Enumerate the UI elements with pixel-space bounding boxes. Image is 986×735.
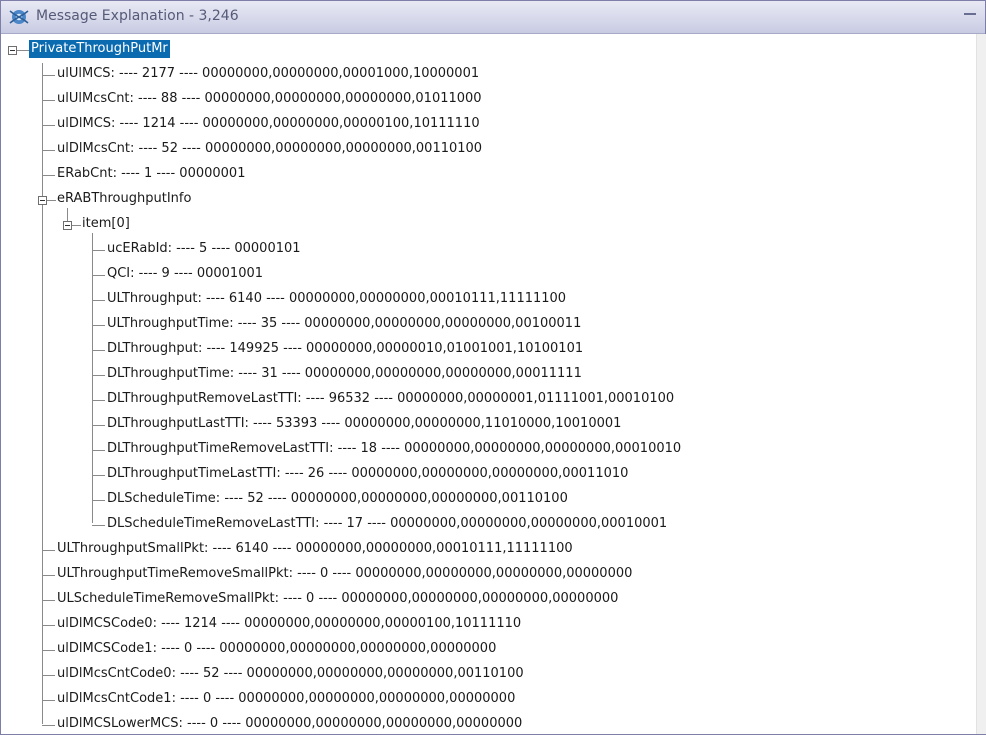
- item-field-label[interactable]: ULThroughput: ---- 6140 ---- 00000000,00…: [107, 290, 566, 308]
- tree-field-label[interactable]: ERabCnt: ---- 1 ---- 00000001: [57, 165, 245, 183]
- item-field-label[interactable]: DLScheduleTime: ---- 52 ---- 00000000,00…: [107, 490, 568, 508]
- root-node-label[interactable]: PrivateThroughPutMr: [29, 40, 170, 58]
- app-icon: [9, 10, 29, 24]
- tree-field-label[interactable]: ulDlMCSLowerMCS: ---- 0 ---- 00000000,00…: [57, 715, 522, 733]
- collapse-toggle-icon[interactable]: [38, 196, 47, 205]
- message-tree[interactable]: PrivateThroughPutMr ulUlMCS: ---- 2177 -…: [2, 34, 972, 734]
- item-field-label[interactable]: ULThroughputTime: ---- 35 ---- 00000000,…: [107, 315, 581, 333]
- tree-field-label[interactable]: ulDlMCSCode1: ---- 0 ---- 00000000,00000…: [57, 640, 496, 658]
- item-field-label[interactable]: DLThroughputTimeLastTTI: ---- 26 ---- 00…: [107, 465, 628, 483]
- node-label-erab-throughput-info[interactable]: eRABThroughputInfo: [57, 190, 191, 208]
- item-field-label[interactable]: QCI: ---- 9 ---- 00001001: [107, 265, 263, 283]
- item-field-label[interactable]: DLThroughputLastTTI: ---- 53393 ---- 000…: [107, 415, 621, 433]
- tree-field-label[interactable]: ulDlMCSCode0: ---- 1214 ---- 00000000,00…: [57, 615, 521, 633]
- tree-field-label[interactable]: ULThroughputTimeRemoveSmallPkt: ---- 0 -…: [57, 565, 632, 583]
- vertical-scrollbar[interactable]: [976, 34, 986, 734]
- item-field-label[interactable]: DLThroughputTime: ---- 31 ---- 00000000,…: [107, 365, 582, 383]
- tree-field-label[interactable]: ulUlMCS: ---- 2177 ---- 00000000,0000000…: [57, 65, 479, 83]
- tree-field-label[interactable]: ulDlMCS: ---- 1214 ---- 00000000,0000000…: [57, 115, 480, 133]
- window-title: Message Explanation - 3,246: [36, 8, 239, 24]
- tree-field-label[interactable]: ULScheduleTimeRemoveSmallPkt: ---- 0 ---…: [57, 590, 618, 608]
- item-field-label[interactable]: DLThroughput: ---- 149925 ---- 00000000,…: [107, 340, 583, 358]
- tree-field-label[interactable]: ULThroughputSmallPkt: ---- 6140 ---- 000…: [57, 540, 573, 558]
- node-label-item-0[interactable]: item[0]: [82, 215, 130, 233]
- item-field-label[interactable]: DLThroughputTimeRemoveLastTTI: ---- 18 -…: [107, 440, 681, 458]
- minimize-icon[interactable]: [962, 6, 978, 22]
- tree-field-label[interactable]: ulDlMcsCntCode1: ---- 0 ---- 00000000,00…: [57, 690, 515, 708]
- message-explanation-window: Message Explanation - 3,246 PrivateThrou…: [0, 0, 986, 735]
- collapse-toggle-icon[interactable]: [8, 46, 17, 55]
- title-bar[interactable]: Message Explanation - 3,246: [1, 1, 985, 34]
- item-field-label[interactable]: DLThroughputRemoveLastTTI: ---- 96532 --…: [107, 390, 674, 408]
- collapse-toggle-icon[interactable]: [63, 221, 72, 230]
- item-field-label[interactable]: ucERabId: ---- 5 ---- 00000101: [107, 240, 301, 258]
- tree-field-label[interactable]: ulDlMcsCnt: ---- 52 ---- 00000000,000000…: [57, 140, 482, 158]
- tree-field-label[interactable]: ulDlMcsCntCode0: ---- 52 ---- 00000000,0…: [57, 665, 524, 683]
- tree-field-label[interactable]: ulUlMcsCnt: ---- 88 ---- 00000000,000000…: [57, 90, 482, 108]
- item-field-label[interactable]: DLScheduleTimeRemoveLastTTI: ---- 17 ---…: [107, 515, 667, 533]
